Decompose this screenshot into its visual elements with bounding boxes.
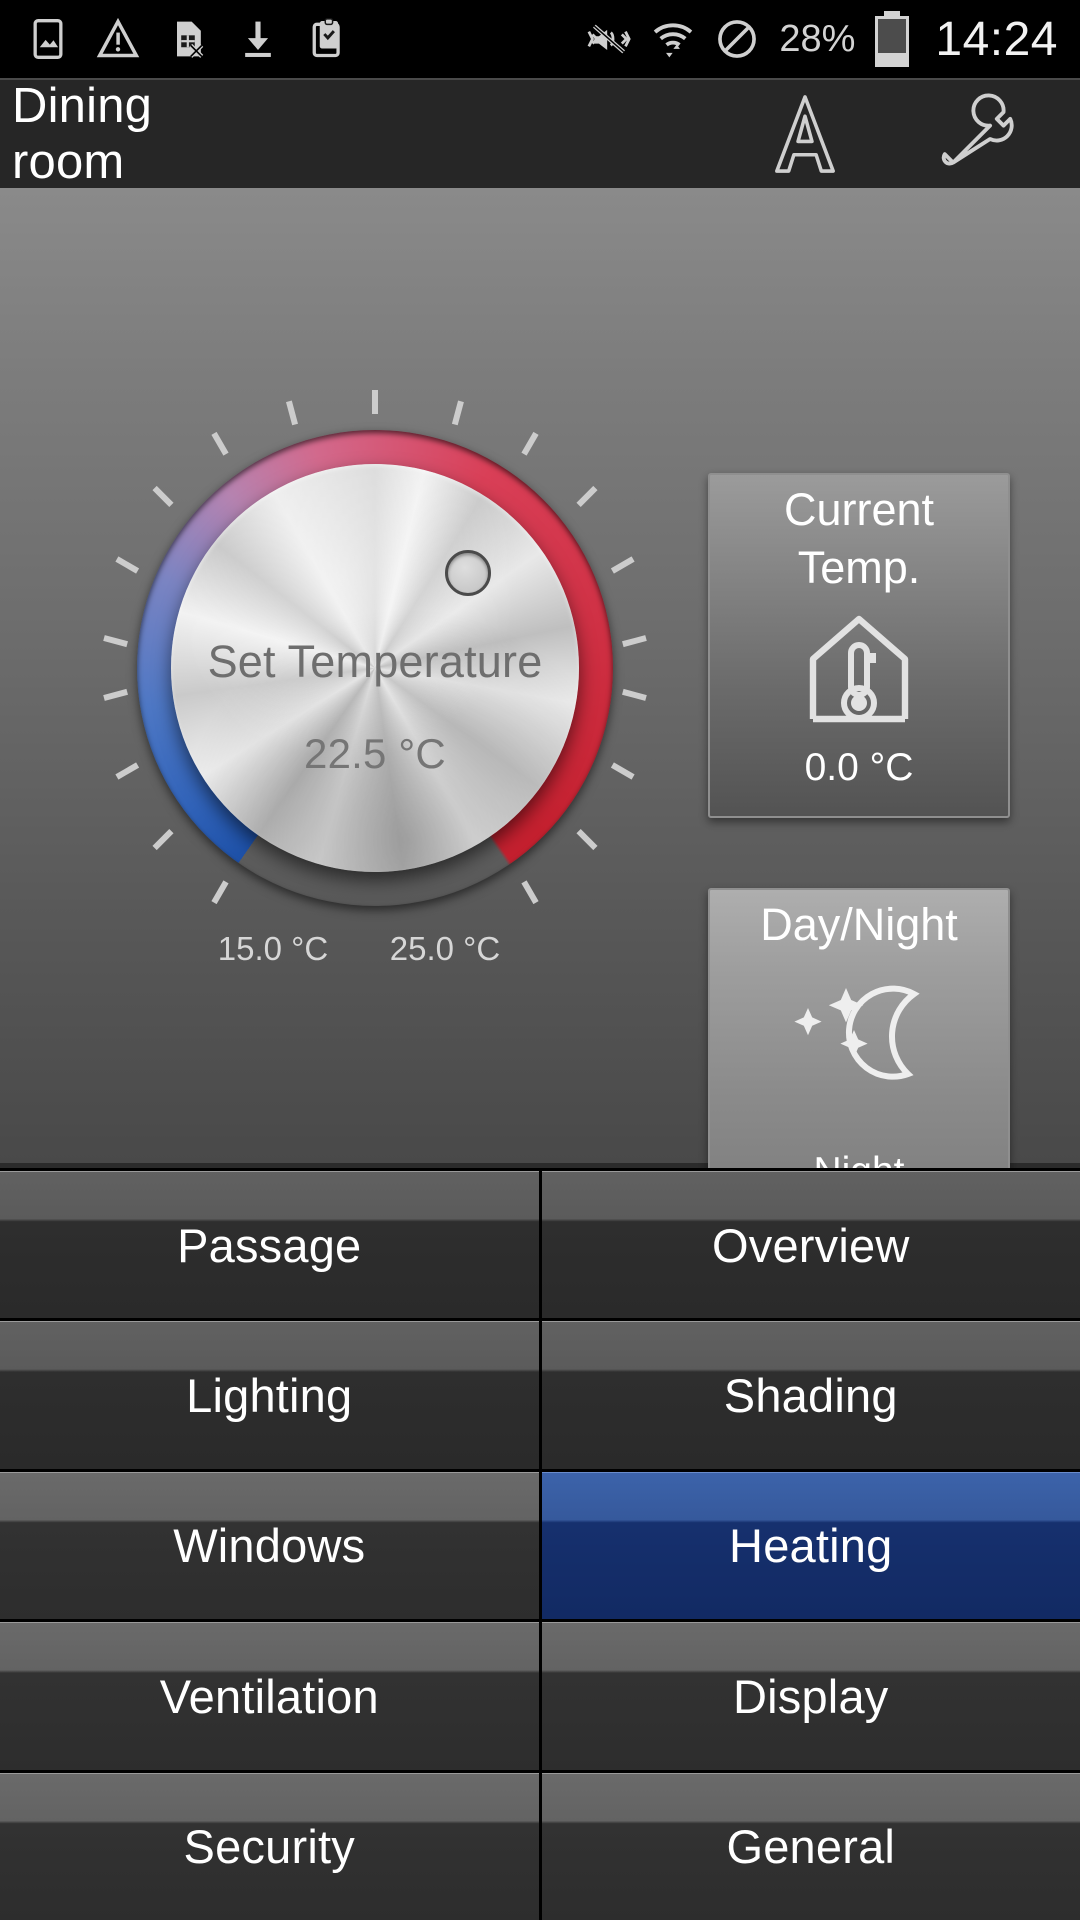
vibrate-off-icon: [587, 24, 632, 54]
nav-button-passage[interactable]: Passage: [0, 1171, 539, 1319]
download-icon: [245, 21, 271, 57]
nav-button-ventilation[interactable]: Ventilation: [0, 1622, 539, 1770]
font-size-a-icon[interactable]: [772, 91, 838, 177]
dial-indicator-dot[interactable]: [445, 550, 491, 596]
dial-value: 22.5 °C: [304, 730, 446, 777]
sim-card-error-icon: [177, 21, 204, 58]
page-title: Dining room: [12, 79, 153, 189]
nav-button-heating[interactable]: Heating: [541, 1471, 1080, 1620]
clipboard-check-icon: [312, 18, 340, 58]
wrench-icon[interactable]: [938, 92, 1022, 176]
nav-button-overview[interactable]: Overview: [541, 1171, 1080, 1319]
image-icon: [33, 19, 63, 59]
wifi-transfer-icon: [654, 23, 693, 58]
title-bar: Dining room: [0, 78, 1080, 190]
status-bar-right: 28% 14:24: [587, 11, 1080, 67]
status-bar: 28% 14:24: [0, 0, 1080, 78]
app-screen: 28% 14:24 Dining room Set Temperature 22…: [0, 0, 1080, 1920]
back-and-logo-button[interactable]: Dining room: [0, 78, 152, 190]
do-not-disturb-icon: [718, 20, 757, 58]
title-bar-actions: [772, 91, 1080, 177]
warning-icon: [96, 17, 140, 58]
current-temperature-value: 0.0 °C: [804, 746, 914, 789]
battery-low-icon: [875, 11, 910, 67]
nav-button-display[interactable]: Display: [541, 1622, 1080, 1770]
moon-stars-icon: [794, 985, 920, 1080]
battery-percent: 28%: [779, 17, 856, 60]
current-temperature-title-line1: Current: [783, 484, 935, 535]
nav-button-general[interactable]: General: [541, 1772, 1080, 1920]
house-thermometer-icon: [809, 615, 909, 723]
main-panel: Set Temperature 22.5 °C 15.0 °C 25.0 °C …: [0, 188, 1080, 1228]
status-bar-left-icons: [0, 16, 350, 62]
dial-range-max: 25.0 °C: [389, 930, 501, 967]
dial-range-min: 15.0 °C: [217, 930, 329, 967]
nav-button-lighting[interactable]: Lighting: [0, 1321, 539, 1469]
dial-label: Set Temperature: [207, 636, 543, 687]
set-temperature-dial[interactable]: Set Temperature 22.5 °C 15.0 °C 25.0 °C: [75, 368, 675, 968]
status-bar-clock: 14:24: [935, 12, 1058, 66]
nav-button-windows[interactable]: Windows: [0, 1471, 539, 1620]
nav-button-security[interactable]: Security: [0, 1772, 539, 1920]
current-temperature-tile[interactable]: Current Temp. 0.0 °C: [708, 473, 1010, 818]
nav-button-shading[interactable]: Shading: [541, 1321, 1080, 1469]
current-temperature-title-line2: Temp.: [797, 542, 921, 593]
day-night-title: Day/Night: [760, 899, 958, 950]
navigation-grid: Passage Overview Lighting Shading Window…: [0, 1168, 1080, 1920]
